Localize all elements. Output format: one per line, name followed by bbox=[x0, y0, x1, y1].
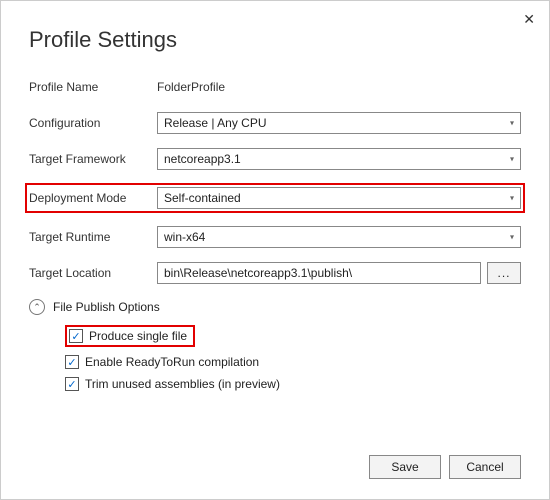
row-target-framework: Target Framework netcoreapp3.1 ▾ bbox=[29, 147, 521, 171]
select-target-runtime[interactable]: win-x64 ▾ bbox=[157, 226, 521, 248]
dialog-title: Profile Settings bbox=[29, 27, 521, 53]
chevron-down-icon: ▾ bbox=[510, 233, 514, 242]
input-target-location-value: bin\Release\netcoreapp3.1\publish\ bbox=[164, 266, 352, 280]
row-ready-to-run: ✓ Enable ReadyToRun compilation bbox=[65, 355, 521, 369]
checkbox-single-file[interactable]: ✓ bbox=[69, 329, 83, 343]
row-single-file: ✓ Produce single file bbox=[65, 325, 521, 347]
chevron-up-icon: ⌃ bbox=[29, 299, 45, 315]
close-icon: ✕ bbox=[523, 11, 535, 27]
profile-settings-dialog: ✕ Profile Settings Profile Name FolderPr… bbox=[0, 0, 550, 500]
label-single-file: Produce single file bbox=[89, 329, 187, 343]
select-target-framework[interactable]: netcoreapp3.1 ▾ bbox=[157, 148, 521, 170]
row-deployment-mode: Deployment Mode Self-contained ▾ bbox=[25, 183, 525, 213]
select-configuration[interactable]: Release | Any CPU ▾ bbox=[157, 112, 521, 134]
row-target-runtime: Target Runtime win-x64 ▾ bbox=[29, 225, 521, 249]
checkbox-trim[interactable]: ✓ bbox=[65, 377, 79, 391]
label-trim: Trim unused assemblies (in preview) bbox=[85, 377, 280, 391]
value-profile-name: FolderProfile bbox=[157, 80, 521, 94]
file-publish-options-expander[interactable]: ⌃ File Publish Options bbox=[29, 299, 521, 315]
ellipsis-icon: ... bbox=[497, 266, 510, 280]
label-target-framework: Target Framework bbox=[29, 152, 157, 166]
checkbox-ready-to-run[interactable]: ✓ bbox=[65, 355, 79, 369]
chevron-down-icon: ▾ bbox=[510, 194, 514, 203]
label-target-location: Target Location bbox=[29, 266, 157, 280]
chevron-down-icon: ▾ bbox=[510, 155, 514, 164]
save-button[interactable]: Save bbox=[369, 455, 441, 479]
select-deployment-mode[interactable]: Self-contained ▾ bbox=[157, 187, 521, 209]
chevron-down-icon: ▾ bbox=[510, 119, 514, 128]
browse-button[interactable]: ... bbox=[487, 262, 521, 284]
label-target-runtime: Target Runtime bbox=[29, 230, 157, 244]
row-trim: ✓ Trim unused assemblies (in preview) bbox=[65, 377, 521, 391]
select-deployment-mode-value: Self-contained bbox=[164, 191, 241, 205]
select-target-runtime-value: win-x64 bbox=[164, 230, 205, 244]
dialog-button-bar: Save Cancel bbox=[369, 455, 521, 479]
expander-label: File Publish Options bbox=[53, 300, 160, 314]
label-configuration: Configuration bbox=[29, 116, 157, 130]
file-publish-options-group: ✓ Produce single file ✓ Enable ReadyToRu… bbox=[65, 325, 521, 391]
label-ready-to-run: Enable ReadyToRun compilation bbox=[85, 355, 259, 369]
row-target-location: Target Location bin\Release\netcoreapp3.… bbox=[29, 261, 521, 285]
select-configuration-value: Release | Any CPU bbox=[164, 116, 267, 130]
label-deployment-mode: Deployment Mode bbox=[29, 191, 157, 205]
close-button[interactable]: ✕ bbox=[523, 11, 535, 28]
row-configuration: Configuration Release | Any CPU ▾ bbox=[29, 111, 521, 135]
label-profile-name: Profile Name bbox=[29, 80, 157, 94]
row-profile-name: Profile Name FolderProfile bbox=[29, 75, 521, 99]
cancel-button[interactable]: Cancel bbox=[449, 455, 521, 479]
input-target-location[interactable]: bin\Release\netcoreapp3.1\publish\ bbox=[157, 262, 481, 284]
select-target-framework-value: netcoreapp3.1 bbox=[164, 152, 241, 166]
